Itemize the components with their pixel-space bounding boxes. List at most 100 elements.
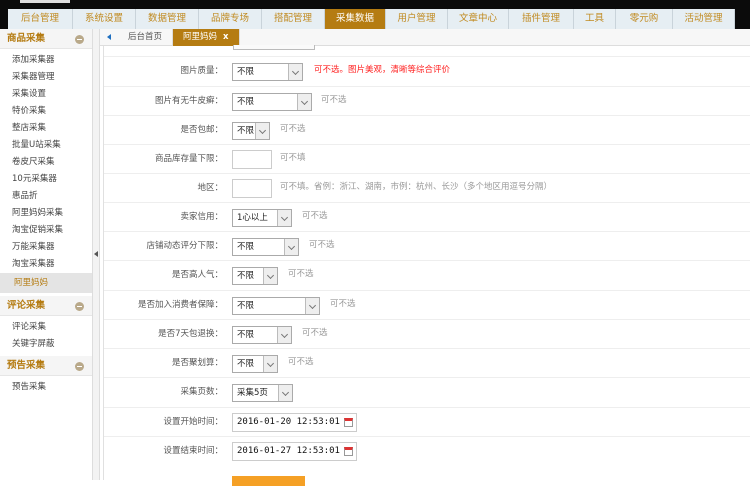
nav-tab[interactable]: 数据管理 — [136, 9, 199, 29]
tab-scroll-left-icon[interactable] — [100, 29, 118, 45]
field-label: 设置结束时间： — [163, 446, 223, 456]
field-hint: 可不选 — [330, 299, 356, 309]
sidebar-item[interactable]: 评论采集 — [0, 319, 92, 336]
select-field[interactable]: 不限 — [232, 238, 299, 256]
calendar-icon[interactable] — [344, 418, 353, 427]
sidebar-item[interactable]: 采集设置 — [0, 86, 92, 103]
nav-tab[interactable]: 采集数据 — [325, 9, 386, 29]
sidebar-section-header[interactable]: 预告采集 — [0, 356, 92, 376]
sidebar-item[interactable]: 整店采集 — [0, 120, 92, 137]
nav-tab[interactable]: 后台管理 — [8, 9, 73, 29]
chevron-down-icon[interactable] — [263, 356, 277, 372]
sidebar-item[interactable]: 添加采集器 — [0, 52, 92, 69]
field-label: 店铺动态评分下限： — [146, 241, 223, 251]
field-label: 是否7天包退换： — [158, 329, 223, 339]
select-field[interactable]: 不限 — [232, 93, 312, 111]
sidebar-item[interactable]: 阿里妈妈 — [0, 273, 92, 293]
tab-home[interactable]: 后台首页 — [118, 29, 174, 46]
nav-tab[interactable]: 零元购 — [616, 9, 673, 29]
select-value: 不限 — [237, 271, 255, 281]
close-icon[interactable]: x — [223, 32, 228, 42]
text-input[interactable] — [232, 150, 272, 169]
date-input[interactable]: 2016-01-20 12:53:01 — [232, 413, 357, 432]
sidebar-section-title: 预告采集 — [7, 360, 46, 371]
sidebar-item[interactable]: 批量U站采集 — [0, 137, 92, 154]
collapse-icon[interactable] — [75, 302, 84, 311]
select-field[interactable]: 不限 — [232, 267, 278, 285]
nav-tab[interactable]: 搭配管理 — [262, 9, 325, 29]
chevron-down-icon[interactable] — [288, 64, 302, 80]
sidebar-item[interactable]: 淘宝采集器 — [0, 256, 92, 273]
sidebar-item[interactable]: 淘宝促销采集 — [0, 222, 92, 239]
field-label: 设置开始时间： — [163, 417, 223, 427]
tab-current[interactable]: 阿里妈妈 x — [173, 29, 240, 46]
calendar-icon[interactable] — [344, 447, 353, 456]
select-value: 不限 — [237, 97, 255, 107]
nav-tab[interactable]: 工具 — [574, 9, 616, 29]
sidebar-section-title: 评论采集 — [7, 300, 46, 311]
chevron-down-icon[interactable] — [297, 94, 311, 110]
collapse-arrow-icon[interactable] — [94, 251, 98, 257]
sidebar-item[interactable]: 采集器管理 — [0, 69, 92, 86]
sidebar-section-title: 商品采集 — [7, 33, 46, 44]
sidebar-item[interactable]: 万能采集器 — [0, 239, 92, 256]
field-label: 商品库存量下限： — [154, 154, 223, 164]
chevron-down-icon[interactable] — [277, 327, 291, 343]
form-row: 采集页数： 采集5页 — [104, 377, 750, 406]
nav-tab[interactable]: 系统设置 — [73, 9, 136, 29]
date-input[interactable]: 2016-01-27 12:53:01 — [232, 442, 357, 461]
chevron-down-icon[interactable] — [277, 210, 291, 226]
select-field[interactable]: 不限 — [232, 63, 303, 81]
chevron-down-icon[interactable] — [305, 298, 319, 314]
collapse-icon[interactable] — [75, 362, 84, 371]
field-label: 图片质量： — [180, 66, 223, 76]
text-input[interactable] — [232, 179, 272, 198]
sidebar-item[interactable]: 特价采集 — [0, 103, 92, 120]
select-field[interactable]: 不限 — [232, 122, 270, 140]
select-value: 不限 — [237, 126, 255, 136]
sidebar-item[interactable]: 关键字屏蔽 — [0, 336, 92, 353]
select-field[interactable]: 采集5页 — [232, 384, 293, 402]
field-hint: 可不选 — [309, 240, 335, 250]
nav-tab[interactable]: 用户管理 — [386, 9, 448, 29]
select-field[interactable]: 不限 — [232, 326, 292, 344]
chevron-down-icon[interactable] — [284, 239, 298, 255]
form-row: 图片有无牛皮癣： 不限 可不选 — [104, 86, 750, 115]
sidebar-item[interactable]: 惠品折 — [0, 188, 92, 205]
field-hint: 可不填 — [280, 153, 306, 163]
sidebar-item[interactable]: 预告采集 — [0, 379, 92, 396]
chevron-down-icon[interactable] — [263, 268, 277, 284]
field-hint: 可不选。图片美观，清晰等综合评价 — [314, 65, 451, 75]
sidebar-item[interactable]: 阿里妈妈采集 — [0, 205, 92, 222]
select-value: 1心以上 — [237, 213, 268, 223]
select-field[interactable]: 1心以上 — [232, 209, 292, 227]
select-field[interactable]: 不限 — [232, 355, 278, 373]
tab-current-label: 阿里妈妈 — [183, 32, 218, 42]
select-value: 采集5页 — [237, 388, 268, 398]
field-label: 地区： — [197, 183, 223, 193]
sidebar: 商品采集添加采集器 采集器管理 采集设置 特价采集 整店采集 批量U站采集 卷皮尺采集 10元… — [0, 29, 93, 480]
select-value: 不限 — [237, 301, 255, 311]
sidebar-splitter[interactable] — [93, 29, 100, 480]
form-row: 商品库存量下限： 可不填 — [104, 144, 750, 173]
sidebar-item[interactable]: 10元采集器 — [0, 171, 92, 188]
field-label: 卖家信用： — [180, 212, 223, 222]
sidebar-section-header[interactable]: 评论采集 — [0, 296, 92, 316]
chevron-down-icon[interactable] — [255, 123, 269, 139]
nav-tab[interactable]: 品牌专场 — [199, 9, 262, 29]
chevron-down-icon[interactable] — [278, 385, 292, 401]
nav-tab[interactable]: 活动管理 — [673, 9, 735, 29]
form-row: 店铺动态评分下限： 不限 可不选 — [104, 231, 750, 260]
main-nav: 后台管理 系统设置 数据管理 品牌专场 搭配管理 采集数据 用户管理 文章中心 插件管理 工具 零元… — [8, 9, 735, 29]
select-value: 不限 — [237, 67, 255, 77]
sidebar-section-header[interactable]: 商品采集 — [0, 29, 92, 49]
submit-button[interactable] — [232, 476, 305, 486]
field-label: 图片有无牛皮癣： — [154, 96, 223, 106]
partial-select[interactable] — [233, 45, 315, 50]
date-value: 2016-01-27 12:53:01 — [237, 446, 340, 456]
nav-tab[interactable]: 文章中心 — [448, 9, 509, 29]
collapse-icon[interactable] — [75, 35, 84, 44]
nav-tab[interactable]: 插件管理 — [509, 9, 574, 29]
select-field[interactable]: 不限 — [232, 297, 320, 315]
sidebar-item[interactable]: 卷皮尺采集 — [0, 154, 92, 171]
